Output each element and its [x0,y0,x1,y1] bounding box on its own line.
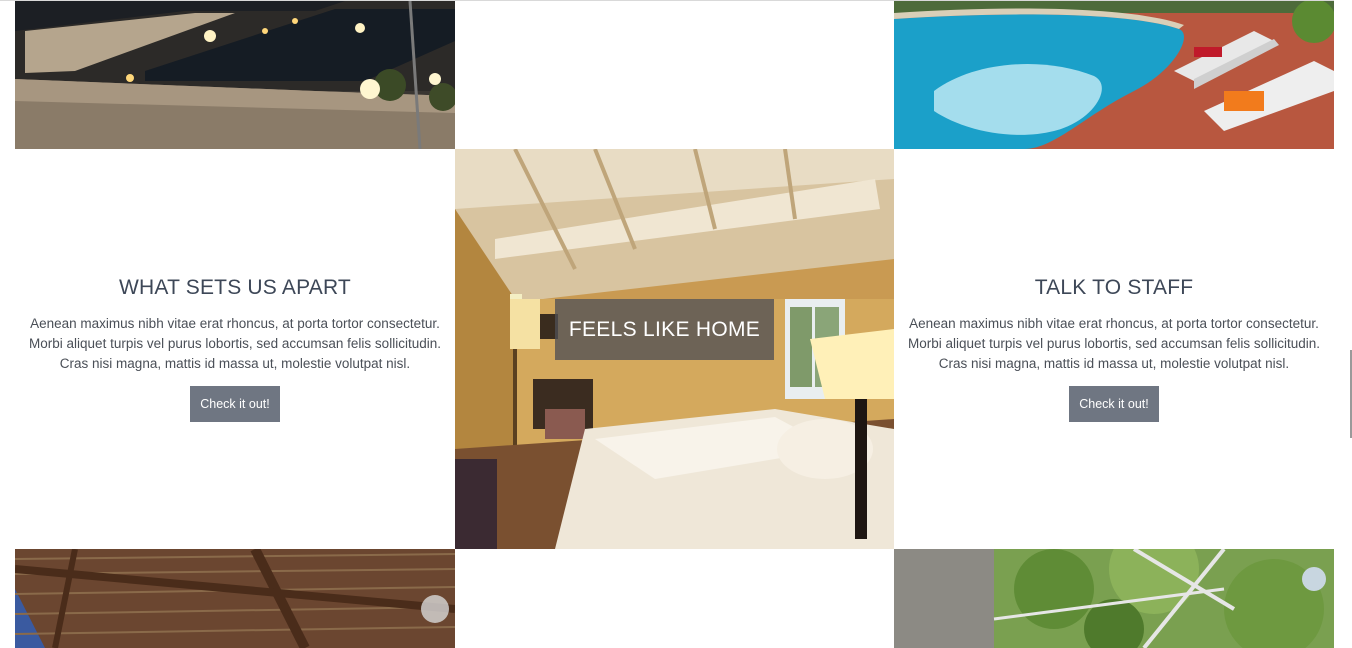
section-title: WHAT SETS US APART [119,276,351,299]
section-body: Aenean maximus nibh vitae erat rhoncus, … [908,316,1320,371]
scrollbar-track[interactable] [1334,0,1352,648]
feels-like-home-label[interactable]: FEELS LIKE HOME [555,299,774,360]
section-body: Aenean maximus nibh vitae erat rhoncus, … [29,316,441,371]
terrace-night-photo [15,1,455,149]
pergola-roof-photo [15,549,455,648]
empty-tile [455,549,894,648]
check-it-out-button[interactable]: Check it out! [1069,386,1159,422]
section-talk-to-staff: TALK TO STAFF Aenean maximus nibh vitae … [894,149,1334,549]
garden-pergola-photo [894,549,1334,648]
section-title: TALK TO STAFF [1034,276,1194,299]
section-what-sets-us-apart: WHAT SETS US APART Aenean maximus nibh v… [15,149,455,549]
bedroom-photo: FEELS LIKE HOME [455,149,894,549]
check-it-out-button[interactable]: Check it out! [190,386,280,422]
pool-photo [894,1,1334,149]
empty-tile [455,1,894,149]
